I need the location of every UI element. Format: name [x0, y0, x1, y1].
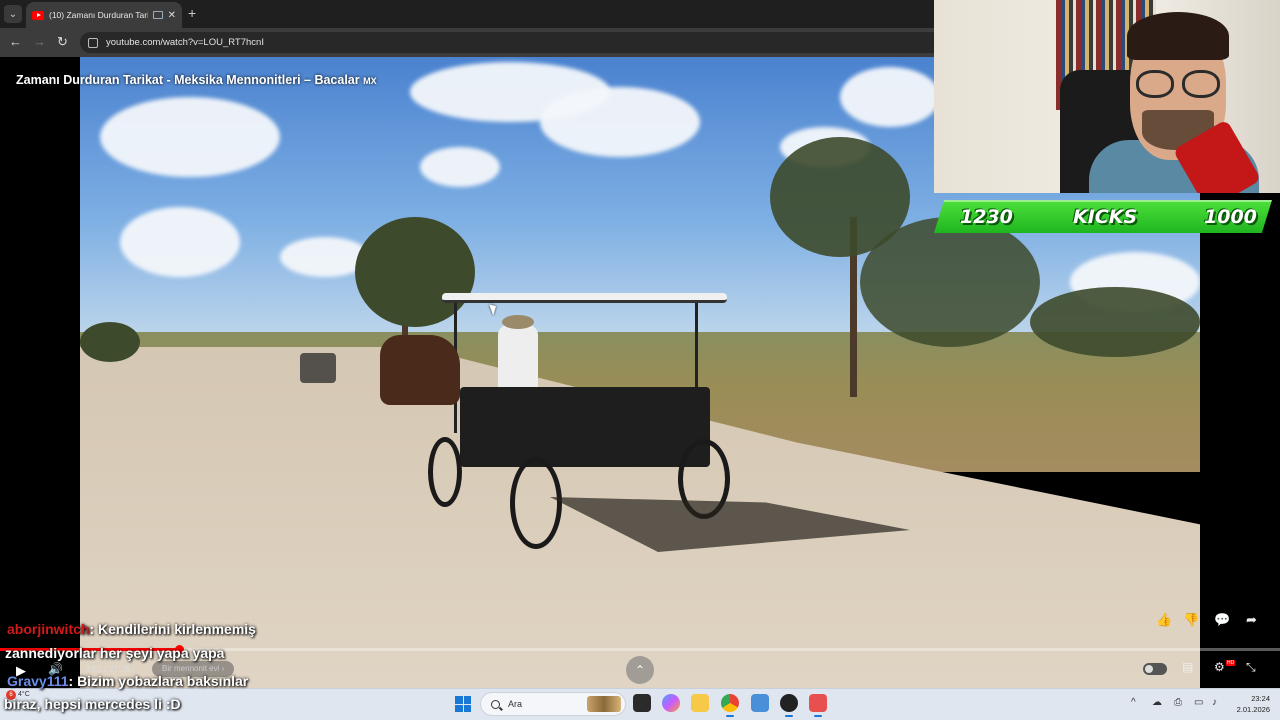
kicks-left-value: 1230 — [960, 206, 1013, 228]
clock-date: 2.01.2026 — [1236, 705, 1270, 714]
task-view-icon[interactable] — [633, 694, 651, 712]
taskbar-clock[interactable]: 23:24 2.01.2026 — [1230, 693, 1270, 715]
exit-fullscreen-icon[interactable]: ⤡ — [1246, 660, 1256, 675]
chat-text: : Bizim yobazlara baksınlar — [68, 673, 249, 689]
chat-text: : Kendilerini kirlenmemiş — [89, 621, 256, 637]
tab-search-button[interactable]: ⌄ — [4, 5, 22, 23]
windows-start-icon[interactable] — [455, 696, 471, 712]
chevron-up-icon[interactable]: ⌃ — [626, 656, 654, 684]
back-arrow-icon[interactable]: ← — [9, 34, 22, 50]
snipping-tool-icon[interactable] — [751, 694, 769, 712]
speaker-icon[interactable]: ♪ — [1212, 697, 1217, 708]
forward-arrow-icon[interactable]: → — [33, 34, 46, 50]
url-omnibox[interactable]: youtube.com/watch?v=LOU_RT7hcnI — [80, 32, 934, 53]
copilot-icon[interactable] — [662, 694, 680, 712]
chat-text: zannediyorlar her şeyi yapa yapa — [5, 645, 225, 661]
chrome-icon[interactable] — [721, 694, 739, 717]
tab-close-icon[interactable]: ✕ — [168, 10, 176, 21]
share-icon[interactable]: ➦ — [1246, 612, 1257, 628]
clock-time: 23:24 — [1251, 694, 1270, 703]
site-info-icon[interactable] — [88, 37, 98, 48]
reload-icon[interactable]: ↻ — [57, 34, 68, 50]
obs-icon[interactable] — [780, 694, 798, 717]
search-placeholder: Ara — [508, 699, 523, 709]
chat-username: aborjinwitch — [7, 621, 90, 637]
network-icon[interactable]: ▭ — [1194, 697, 1203, 708]
chat-message: aborjinwitch: Kendilerini kirlenmemiş — [7, 621, 256, 637]
search-icon — [491, 699, 500, 709]
chat-message: biraz, hepsi mercedes li :D — [4, 696, 181, 712]
kicks-label: KICKS — [1073, 206, 1138, 228]
youtube-favicon-icon — [32, 10, 44, 20]
hd-badge: HD — [1226, 660, 1236, 666]
kicks-counter-bar: 1230 KICKS 1000 — [934, 200, 1272, 233]
search-highlight-image — [587, 696, 621, 712]
address-bar-row: ← → ↻ youtube.com/watch?v=LOU_RT7hcnI — [0, 28, 934, 57]
cast-icon — [152, 11, 163, 19]
video-title[interactable]: Zamanı Durduran Tarikat - Meksika Mennon… — [16, 73, 377, 87]
dislike-icon[interactable]: 👎 — [1183, 612, 1199, 628]
browser-tab-strip: ⌄ (10) Zamanı Durduran Tarik ✕ + — [0, 0, 934, 28]
taskbar-search[interactable]: Ara — [480, 692, 626, 716]
new-tab-button[interactable]: + — [188, 5, 196, 21]
mic-tray-icon[interactable]: ⎙ — [1174, 697, 1182, 708]
file-explorer-icon[interactable] — [691, 694, 709, 712]
chat-message: Gravy111: Bizim yobazlara baksınlar — [7, 673, 248, 689]
captions-icon[interactable]: ▤ — [1182, 660, 1193, 674]
autoplay-toggle[interactable] — [1143, 663, 1167, 675]
screen: ⌄ (10) Zamanı Durduran Tarik ✕ + ← → ↻ y… — [0, 0, 1280, 720]
settings-gear-icon[interactable]: ⚙ — [1214, 660, 1225, 674]
tab-title: (10) Zamanı Durduran Tarik — [49, 10, 148, 20]
streaming-app-icon[interactable] — [809, 694, 827, 717]
streamer-webcam — [934, 0, 1280, 193]
tray-expand-icon[interactable]: ^ — [1131, 697, 1136, 708]
kicks-right-value: 1000 — [1204, 206, 1257, 228]
chat-text: biraz, hepsi mercedes li :D — [4, 696, 181, 712]
comments-icon[interactable]: 💬 — [1214, 612, 1230, 628]
chat-username: Gravy111 — [7, 673, 69, 689]
url-text: youtube.com/watch?v=LOU_RT7hcnI — [106, 37, 264, 48]
cloud-icon[interactable]: ☁ — [1152, 697, 1162, 708]
browser-tab-youtube[interactable]: (10) Zamanı Durduran Tarik ✕ — [26, 2, 182, 28]
like-icon[interactable]: 👍 — [1156, 612, 1172, 628]
chat-message: zannediyorlar her şeyi yapa yapa — [5, 645, 224, 661]
